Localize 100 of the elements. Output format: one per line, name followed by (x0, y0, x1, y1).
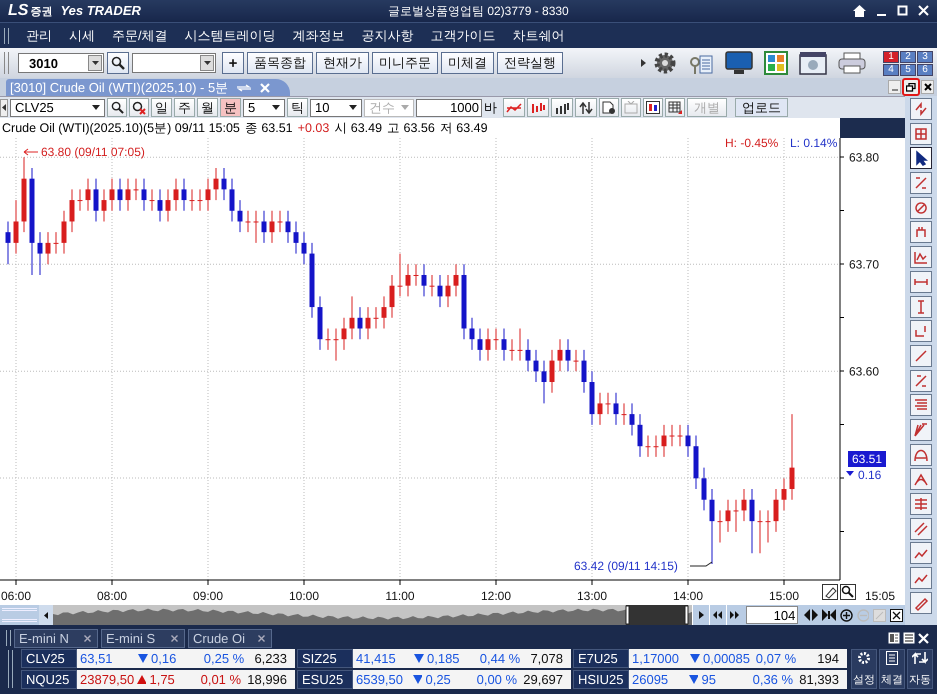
period-button[interactable]: 주 (174, 98, 195, 117)
bar-chart-button[interactable] (551, 98, 573, 117)
toolbar-button[interactable]: 품목종합 (247, 52, 313, 74)
candlestick (334, 328, 338, 362)
interval-field[interactable]: 5 (243, 98, 285, 116)
period-button[interactable]: 일 (151, 98, 172, 117)
add-button[interactable]: + (222, 52, 244, 74)
expand-icon[interactable] (804, 609, 818, 621)
line-chart-button[interactable] (503, 98, 525, 117)
visible-bars-field[interactable]: 104 (746, 606, 798, 624)
watchlist-tab[interactable]: Crude Oi (188, 628, 272, 648)
candlestick (6, 220, 10, 265)
printer-icon[interactable] (838, 51, 866, 75)
candlestick (702, 467, 706, 511)
close-button[interactable] (921, 80, 934, 94)
search-button[interactable] (107, 98, 127, 117)
ticker-price: 6539,50 (355, 672, 404, 687)
ticker-volume: 18,996 (247, 672, 288, 687)
toolbar-button[interactable]: 현재가 (316, 52, 369, 74)
search-button[interactable] (107, 52, 129, 74)
menu-item[interactable]: 고객가이드 (430, 26, 496, 44)
monitor-icon[interactable] (725, 51, 753, 75)
ticker-symbol[interactable]: CLV25 (21, 649, 77, 668)
candlestick (206, 178, 210, 212)
page-button[interactable]: 1 (883, 50, 899, 62)
candlestick (614, 392, 618, 426)
candlestick (630, 402, 634, 436)
screen-number-field[interactable]: 3010 (18, 53, 104, 73)
compare-button[interactable] (643, 98, 663, 117)
collapse-icon[interactable] (822, 609, 836, 621)
watchlist-tab[interactable]: E-mini N (14, 628, 98, 648)
camera-icon[interactable] (799, 51, 827, 75)
ticker-symbol[interactable]: E7U25 (573, 649, 629, 668)
candlestick (438, 274, 442, 308)
ticker-symbol[interactable]: SIZ25 (297, 649, 353, 668)
candlestick (486, 328, 490, 362)
copy-icon[interactable] (888, 632, 900, 644)
ticker-change: 0,16 (150, 651, 178, 666)
menu-item[interactable]: 주문/체결 (112, 26, 168, 44)
ticker-percent: 0,36 % (752, 672, 794, 687)
bar-count-field[interactable]: 1000 (416, 98, 482, 116)
close-box-icon[interactable] (890, 608, 904, 622)
tick-button[interactable]: 틱 (287, 98, 308, 117)
page-button[interactable]: 4 (883, 64, 899, 76)
eraser-button[interactable] (822, 584, 838, 600)
maximize-icon[interactable] (897, 5, 908, 17)
menu-item[interactable]: 차트쉐어 (512, 26, 565, 44)
menu-item[interactable]: 관리 (26, 26, 52, 44)
page-button[interactable]: 3 (917, 50, 933, 62)
ticker-symbol[interactable]: ESU25 (297, 670, 353, 689)
menu-item[interactable]: 공지사항 (362, 26, 414, 44)
period-button[interactable]: 분 (220, 98, 241, 117)
symbol-field[interactable]: CLV25 (10, 98, 105, 116)
toolbar-button[interactable]: 미니주문 (372, 52, 438, 74)
upload-button[interactable]: 업로드 (735, 98, 788, 117)
name-combo-field[interactable] (132, 53, 216, 73)
drawing-tool-button[interactable] (910, 147, 932, 170)
period-button[interactable]: 월 (197, 98, 218, 117)
play-icon (698, 611, 704, 619)
price-change: +0.03 (298, 121, 330, 135)
menu-item[interactable]: 시스템트레이딩 (184, 26, 276, 44)
toolbar-button[interactable]: 미체결 (441, 52, 494, 74)
candlestick (14, 200, 18, 254)
bar-chart-icon (530, 102, 546, 114)
candlestick (182, 178, 186, 212)
menu-item[interactable]: 계좌정보 (292, 26, 345, 44)
zoom-in-icon[interactable] (840, 608, 853, 622)
candlestick (270, 210, 274, 244)
grid-icon[interactable] (764, 51, 788, 75)
candlestick (230, 178, 234, 222)
document-button[interactable] (599, 98, 619, 117)
side-button[interactable]: 자동 (907, 649, 933, 689)
minimize-button[interactable] (888, 80, 901, 94)
ticker-symbol[interactable]: NQU25 (21, 670, 77, 689)
home-icon[interactable] (853, 5, 866, 17)
zoom-button[interactable] (840, 584, 856, 600)
ticker-symbol[interactable]: HSIU25 (573, 670, 629, 689)
y-axis-label: 63.80 (849, 150, 880, 164)
menu-item[interactable]: 시세 (69, 26, 95, 44)
table-button[interactable] (665, 98, 685, 117)
toolbar-button[interactable]: 전략실행 (497, 52, 563, 74)
expand-arrow-icon[interactable] (641, 59, 646, 67)
page-button[interactable]: 2 (900, 50, 916, 62)
gear-icon[interactable] (653, 51, 677, 75)
side-button[interactable]: 설정 (851, 649, 877, 689)
restore-button[interactable] (902, 78, 920, 96)
list-icon[interactable] (903, 632, 915, 644)
candlestick (190, 188, 194, 212)
side-button[interactable]: 체결 (879, 649, 905, 689)
close-price: 종 63.51 (244, 120, 293, 136)
scroll-left-button[interactable] (0, 98, 8, 116)
page-button[interactable]: 5 (900, 64, 916, 76)
search-pin-button[interactable] (129, 98, 149, 117)
scroll-left-button[interactable] (39, 605, 54, 625)
search-icon (111, 56, 125, 70)
up-down-button[interactable] (575, 98, 597, 117)
tick-value-field[interactable]: 10 (310, 98, 362, 116)
watchlist-tab[interactable]: E-mini S (101, 628, 185, 648)
link-icon[interactable] (235, 84, 254, 92)
page-button[interactable]: 6 (917, 64, 933, 76)
